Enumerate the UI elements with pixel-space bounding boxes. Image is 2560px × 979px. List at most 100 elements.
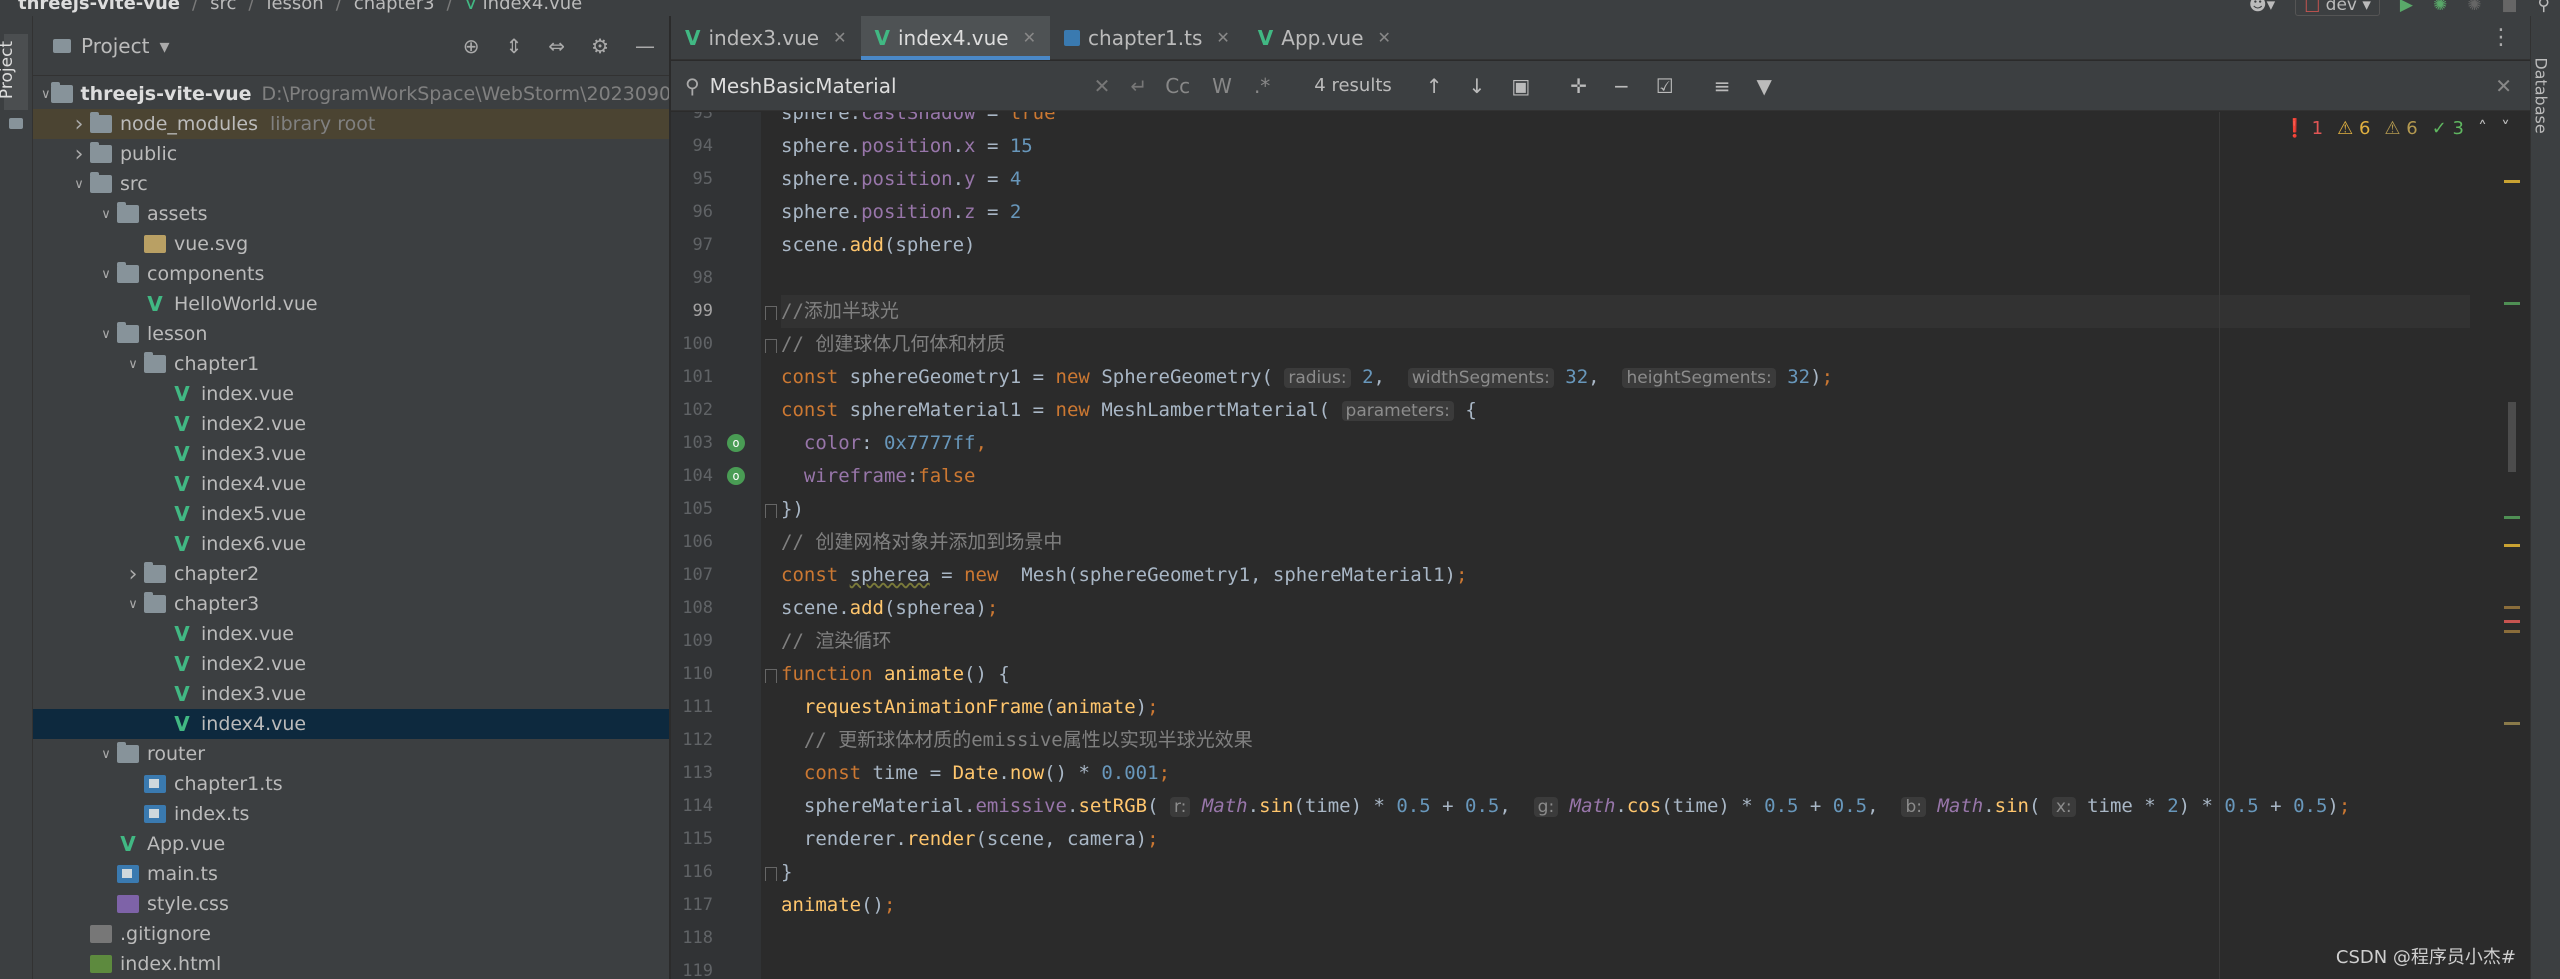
breadcrumb-src[interactable]: src [210, 0, 236, 14]
tree-item[interactable]: ∨ router [33, 739, 669, 769]
tree-item[interactable]: › public [33, 139, 669, 169]
match-case-toggle[interactable]: Cc [1165, 74, 1190, 98]
debug-icon[interactable]: ✺ [2433, 0, 2447, 15]
gear-icon[interactable]: ⚙ [591, 34, 609, 58]
new-line-icon[interactable]: ↵ [1130, 74, 1147, 98]
tree-item[interactable]: ∨ threejs-vite-vue D:\ProgramWorkSpace\Web… [33, 79, 669, 109]
tree-item[interactable]: Vindex2.vue [33, 409, 669, 439]
code-line[interactable]: } [781, 856, 2470, 889]
tree-item[interactable]: ∨ assets [33, 199, 669, 229]
breadcrumb-chapter3[interactable]: chapter3 [354, 0, 435, 14]
breadcrumb-project[interactable]: threejs-vite-vue [18, 0, 180, 14]
tree-item[interactable]: Vindex4.vue [33, 709, 669, 739]
project-view-selector[interactable]: Project ▾ [53, 34, 169, 58]
editor-tab[interactable]: Vindex3.vue ✕ [671, 16, 861, 60]
tree-item[interactable]: Vindex4.vue [33, 469, 669, 499]
tree-item[interactable]: V HelloWorld.vue [33, 289, 669, 319]
close-tab-icon[interactable]: ✕ [1216, 28, 1229, 47]
code-line[interactable]: function animate() { [781, 658, 2470, 691]
close-tab-icon[interactable]: ✕ [833, 28, 846, 47]
chevron-down-icon[interactable]: ∨ [68, 177, 90, 192]
code-line[interactable]: sphere.castShadow = true [781, 112, 2470, 130]
fold-marker-icon[interactable] [765, 504, 777, 518]
add-occurrence-icon[interactable]: ✛ [1570, 74, 1587, 98]
warning-mark[interactable] [2504, 722, 2520, 725]
tree-item[interactable]: ∨ chapter1 [33, 349, 669, 379]
code-line[interactable]: renderer.render(scene, camera); [781, 823, 2470, 856]
filter-options-icon[interactable]: ≡ [1714, 74, 1731, 98]
whole-word-toggle[interactable]: W [1212, 74, 1232, 98]
tree-item[interactable]: Vindex6.vue [33, 529, 669, 559]
code-line[interactable]: //添加半球光 [781, 295, 2470, 328]
tree-item[interactable]: ∨ components [33, 259, 669, 289]
code-line[interactable]: // 创建网格对象并添加到场景中 [781, 526, 2470, 559]
code-line[interactable]: const sphereMaterial1 = new MeshLambertM… [781, 394, 2470, 427]
code-line[interactable]: sphere.position.z = 2 [781, 196, 2470, 229]
arrow-up-icon[interactable]: ↑ [1426, 74, 1443, 98]
code-line[interactable]: sphereMaterial.emissive.setRGB( r: Math.… [781, 790, 2470, 823]
code-line[interactable] [781, 922, 2470, 955]
run-icon[interactable]: ▶ [2400, 0, 2413, 15]
close-icon[interactable]: ✕ [2495, 74, 2530, 98]
code-line[interactable]: // 渲染循环 [781, 625, 2470, 658]
chevron-down-icon[interactable]: ∨ [95, 747, 117, 762]
tree-item[interactable]: › chapter2 [33, 559, 669, 589]
tree-item[interactable]: style.css [33, 889, 669, 919]
code-line[interactable]: requestAnimationFrame(animate); [781, 691, 2470, 724]
tree-item[interactable]: main.ts [33, 859, 669, 889]
arrow-down-icon[interactable]: ↓ [1469, 74, 1486, 98]
search-everywhere-icon[interactable]: ⚲ [2538, 0, 2550, 15]
chevron-down-icon[interactable]: ∨ [95, 207, 117, 222]
code-line[interactable]: sphere.position.x = 15 [781, 130, 2470, 163]
remove-occurrence-icon[interactable]: − [1613, 74, 1630, 98]
code-line[interactable]: color: 0x7777ff, [781, 427, 2470, 460]
chevron-right-icon[interactable]: › [68, 112, 90, 137]
code-line[interactable]: sphere.position.y = 4 [781, 163, 2470, 196]
chevron-down-icon[interactable]: ∨ [122, 597, 144, 612]
code-line[interactable]: // 更新球体材质的emissive属性以实现半球光效果 [781, 724, 2470, 757]
code-line[interactable]: // 创建球体几何体和材质 [781, 328, 2470, 361]
fold-marker-icon[interactable] [765, 306, 777, 320]
search-input[interactable] [709, 73, 1090, 98]
scrollbar-thumb[interactable] [2508, 402, 2516, 472]
tree-item[interactable]: index.ts [33, 799, 669, 829]
code-line[interactable]: const sphereGeometry1 = new SphereGeomet… [781, 361, 2470, 394]
chevron-down-icon[interactable]: ∨ [41, 87, 51, 102]
tree-item[interactable]: Vindex.vue [33, 619, 669, 649]
warning-mark[interactable] [2504, 544, 2520, 547]
more-icon[interactable]: ⋮ [2490, 25, 2530, 50]
code-line[interactable]: animate(); [781, 889, 2470, 922]
code-line[interactable]: const spherea = new Mesh(sphereGeometry1… [781, 559, 2470, 592]
coverage-icon[interactable]: ✺ [2467, 0, 2481, 15]
expand-all-icon[interactable]: ⇕ [506, 34, 523, 58]
override-marker-icon[interactable]: o [727, 434, 745, 452]
breadcrumb-lesson[interactable]: lesson [266, 0, 323, 14]
code-line[interactable]: scene.add(sphere) [781, 229, 2470, 262]
stop-icon[interactable]: ■ [2501, 0, 2517, 15]
fold-marker-icon[interactable] [765, 867, 777, 881]
code-editor[interactable]: 93 94 95 96 97 98 99 100 101 102 103 o 104 o 105 106 107… [671, 112, 2530, 979]
user-icon[interactable]: ☻▾ [2249, 0, 2275, 15]
code-line[interactable] [781, 262, 2470, 295]
tree-item[interactable]: Vindex.vue [33, 379, 669, 409]
inspection-widget[interactable]: ❗ 1 ⚠ 6 ⚠ 6 ✓ 3 ˄ ˅ [2284, 118, 2510, 139]
chevron-down-icon[interactable]: ∨ [122, 357, 144, 372]
tree-item[interactable]: chapter1.ts [33, 769, 669, 799]
run-config-select[interactable]: □ dev ▾ [2295, 0, 2380, 16]
editor-tab[interactable]: Vindex4.vue ✕ [860, 15, 1051, 60]
tree-item[interactable]: Vindex2.vue [33, 649, 669, 679]
locate-icon[interactable]: ⊕ [463, 34, 480, 58]
close-tab-icon[interactable]: ✕ [1023, 28, 1036, 47]
tree-item[interactable]: V App.vue [33, 829, 669, 859]
error-stripe[interactable] [2504, 112, 2520, 979]
error-mark[interactable] [2504, 620, 2520, 623]
editor-tab[interactable]: chapter1.ts ✕ [1050, 16, 1244, 60]
chevron-right-icon[interactable]: › [122, 562, 144, 587]
code-line[interactable]: wireframe:false [781, 460, 2470, 493]
project-tool-tab[interactable]: Project [0, 34, 28, 110]
close-tab-icon[interactable]: ✕ [1378, 28, 1391, 47]
tree-item[interactable]: vue.svg [33, 229, 669, 259]
fold-marker-icon[interactable] [765, 339, 777, 353]
database-tool-tab[interactable]: Database [2532, 32, 2557, 152]
code-line[interactable]: }) [781, 493, 2470, 526]
